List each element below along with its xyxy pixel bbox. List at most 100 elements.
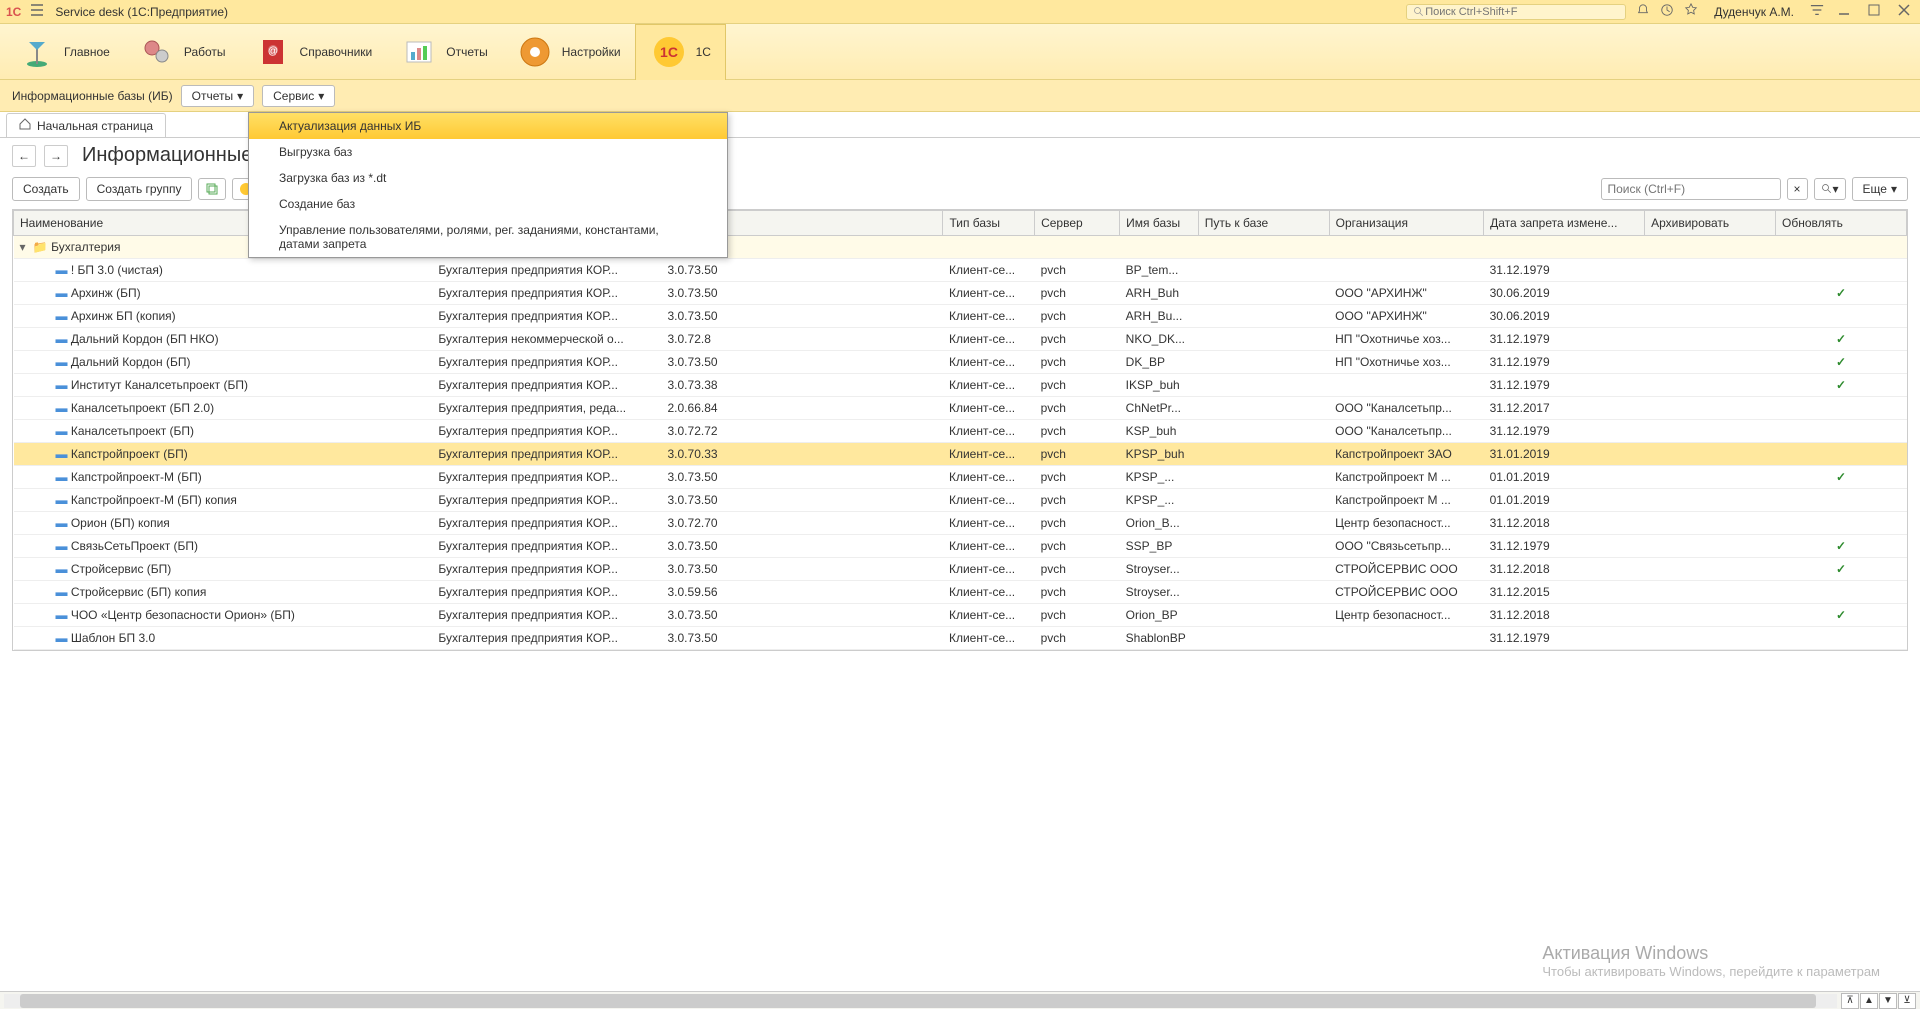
nav-label: Настройки xyxy=(562,45,621,59)
table-search[interactable] xyxy=(1601,178,1781,200)
service-dropdown-button[interactable]: Сервис ▾ xyxy=(262,85,335,107)
nav-label: Справочники xyxy=(300,45,373,59)
col-arch[interactable]: Архивировать xyxy=(1645,211,1776,236)
menu-item-export[interactable]: Выгрузка баз xyxy=(249,139,727,165)
table-row[interactable]: ▬ Архинж (БП)Бухгалтерия предприятия КОР… xyxy=(14,282,1907,305)
more-button[interactable]: Еще ▾ xyxy=(1852,177,1908,201)
star-icon[interactable] xyxy=(1684,3,1698,20)
table-row[interactable]: ▬ Стройсервис (БП)Бухгалтерия предприяти… xyxy=(14,558,1907,581)
check-icon: ✓ xyxy=(1836,562,1846,576)
collapse-icon[interactable]: ▾ xyxy=(20,240,26,254)
table-row[interactable]: ▬ Капстройпроект-М (БП)Бухгалтерия предп… xyxy=(14,466,1907,489)
breadcrumb[interactable]: Информационные базы (ИБ) xyxy=(12,89,173,103)
table-row[interactable]: ▬ Стройсервис (БП) копияБухгалтерия пред… xyxy=(14,581,1907,604)
hamburger-icon[interactable] xyxy=(29,2,45,21)
clear-search-button[interactable]: × xyxy=(1787,178,1808,200)
minimize-button[interactable] xyxy=(1834,4,1854,19)
check-icon: ✓ xyxy=(1836,539,1846,553)
titlebar: 1C Service desk (1С:Предприятие) Дуденчу… xyxy=(0,0,1920,24)
nav-settings[interactable]: Настройки xyxy=(502,24,635,80)
table-row[interactable]: ▬ Каналсетьпроект (БП 2.0)Бухгалтерия пр… xyxy=(14,397,1907,420)
nav-label: 1С xyxy=(696,45,711,59)
1c-icon: 1С xyxy=(650,33,688,71)
item-icon: ▬ xyxy=(56,470,68,484)
pager: ⊼ ▲ ▼ ⊻ xyxy=(1841,993,1916,1009)
windows-activation-watermark: Активация Windows Чтобы активировать Win… xyxy=(1542,943,1880,979)
table-search-input[interactable] xyxy=(1608,182,1774,196)
table-row[interactable]: ▬ Архинж БП (копия)Бухгалтерия предприят… xyxy=(14,305,1907,328)
pager-next[interactable]: ▼ xyxy=(1879,993,1897,1009)
filter-icon[interactable] xyxy=(1810,3,1824,20)
pager-first[interactable]: ⊼ xyxy=(1841,993,1859,1009)
chevron-down-icon: ▾ xyxy=(237,89,243,103)
check-icon: ✓ xyxy=(1836,355,1846,369)
horizontal-scrollbar[interactable] xyxy=(4,994,1837,1008)
history-icon[interactable] xyxy=(1660,3,1674,20)
copy-button[interactable] xyxy=(198,178,226,200)
table-row[interactable]: ▬ СвязьСетьПроект (БП)Бухгалтерия предпр… xyxy=(14,535,1907,558)
username-label[interactable]: Дуденчук А.М. xyxy=(1714,5,1794,19)
menu-item-import[interactable]: Загрузка баз из *.dt xyxy=(249,165,727,191)
global-search[interactable] xyxy=(1406,4,1626,20)
svg-text:@: @ xyxy=(267,46,277,57)
pager-prev[interactable]: ▲ xyxy=(1860,993,1878,1009)
item-icon: ▬ xyxy=(56,516,68,530)
global-search-input[interactable] xyxy=(1425,6,1605,18)
nav-works[interactable]: Работы xyxy=(124,24,240,80)
service-dropdown-menu: Актуализация данных ИБ Выгрузка баз Загр… xyxy=(248,112,728,258)
table-row[interactable]: ▬ ЧОО «Центр безопасности Орион» (БП)Бух… xyxy=(14,604,1907,627)
table-row[interactable]: ▬ Капстройпроект (БП)Бухгалтерия предпри… xyxy=(14,443,1907,466)
settings-icon xyxy=(516,33,554,71)
create-group-button[interactable]: Создать группу xyxy=(86,177,193,201)
reports-dropdown-button[interactable]: Отчеты ▾ xyxy=(181,85,255,107)
table-row[interactable]: ▬ Капстройпроект-М (БП) копияБухгалтерия… xyxy=(14,489,1907,512)
nav-1c[interactable]: 1С 1С xyxy=(635,24,726,80)
book-icon: @ xyxy=(254,33,292,71)
col-srv[interactable]: Сервер xyxy=(1035,211,1120,236)
table-row[interactable]: ▬ ! БП 3.0 (чистая)Бухгалтерия предприят… xyxy=(14,259,1907,282)
item-icon: ▬ xyxy=(56,355,68,369)
check-icon: ✓ xyxy=(1836,378,1846,392)
col-org[interactable]: Организация xyxy=(1329,211,1483,236)
app-logo: 1C xyxy=(6,5,21,19)
col-db[interactable]: Имя базы xyxy=(1120,211,1199,236)
table-row[interactable]: ▬ Шаблон БП 3.0Бухгалтерия предприятия К… xyxy=(14,627,1907,650)
item-icon: ▬ xyxy=(56,631,68,645)
find-button[interactable]: ▾ xyxy=(1814,178,1846,200)
data-table: Наименование Тип базы Сервер Имя базы Пу… xyxy=(12,209,1908,651)
tab-label: Начальная страница xyxy=(37,119,153,133)
tab-home[interactable]: Начальная страница xyxy=(6,113,166,137)
check-icon: ✓ xyxy=(1836,286,1846,300)
menu-item-manage[interactable]: Управление пользователями, ролями, рег. … xyxy=(249,217,727,257)
item-icon: ▬ xyxy=(56,401,68,415)
chart-icon xyxy=(400,33,438,71)
col-type[interactable]: Тип базы xyxy=(943,211,1035,236)
bell-icon[interactable] xyxy=(1636,3,1650,20)
table-row[interactable]: ▬ Институт Каналсетьпроект (БП)Бухгалтер… xyxy=(14,374,1907,397)
menu-item-create-db[interactable]: Создание баз xyxy=(249,191,727,217)
table-row[interactable]: ▬ Каналсетьпроект (БП)Бухгалтерия предпр… xyxy=(14,420,1907,443)
lamp-icon xyxy=(18,33,56,71)
table-row[interactable]: ▬ Дальний Кордон (БП НКО)Бухгалтерия нек… xyxy=(14,328,1907,351)
item-icon: ▬ xyxy=(56,447,68,461)
nav-forward-button[interactable]: → xyxy=(44,145,68,167)
nav-reports[interactable]: Отчеты xyxy=(386,24,501,80)
table-row[interactable]: ▬ Орион (БП) копияБухгалтерия предприяти… xyxy=(14,512,1907,535)
close-button[interactable] xyxy=(1894,4,1914,19)
menu-item-actualize[interactable]: Актуализация данных ИБ xyxy=(249,113,727,139)
nav-catalogs[interactable]: @ Справочники xyxy=(240,24,387,80)
item-icon: ▬ xyxy=(56,309,68,323)
pager-last[interactable]: ⊻ xyxy=(1898,993,1916,1009)
window-title: Service desk (1С:Предприятие) xyxy=(55,5,228,19)
nav-back-button[interactable]: ← xyxy=(12,145,36,167)
col-path[interactable]: Путь к базе xyxy=(1198,211,1329,236)
table-row[interactable]: ▬ Дальний Кордон (БП)Бухгалтерия предпри… xyxy=(14,351,1907,374)
maximize-button[interactable] xyxy=(1864,4,1884,19)
create-button[interactable]: Создать xyxy=(12,177,80,201)
check-icon: ✓ xyxy=(1836,470,1846,484)
nav-main[interactable]: Главное xyxy=(4,24,124,80)
col-date[interactable]: Дата запрета измене... xyxy=(1484,211,1645,236)
col-upd[interactable]: Обновлять xyxy=(1776,211,1907,236)
bottom-bar: ⊼ ▲ ▼ ⊻ xyxy=(0,991,1920,1009)
item-icon: ▬ xyxy=(56,424,68,438)
